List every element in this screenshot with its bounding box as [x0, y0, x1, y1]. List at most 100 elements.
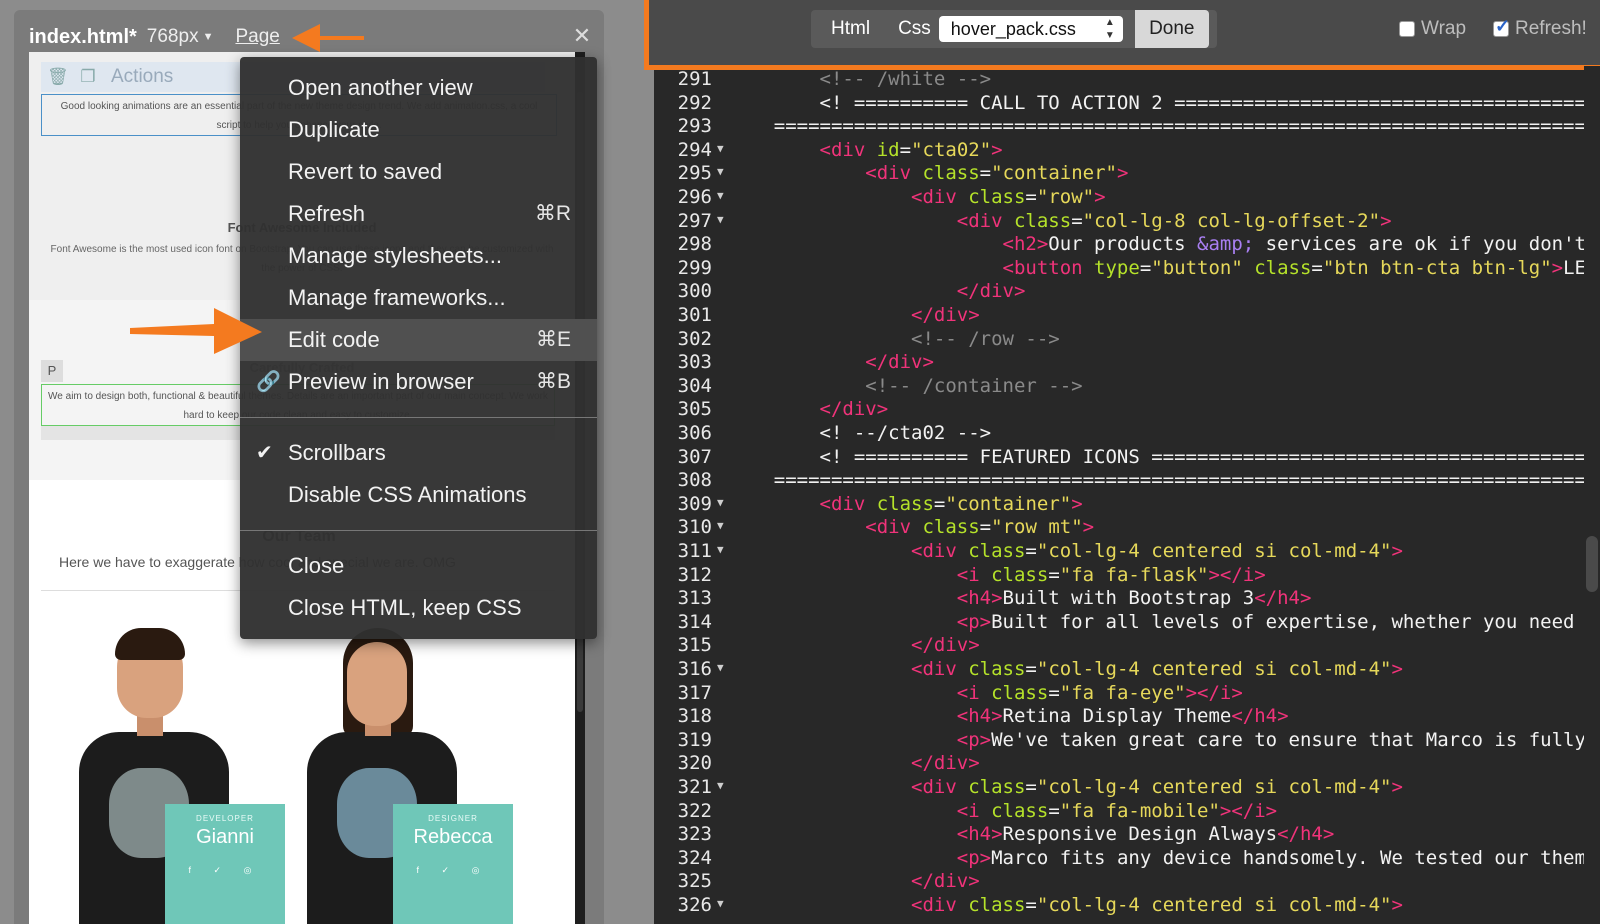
width-selector[interactable]: 768px [147, 26, 199, 48]
chevron-down-icon[interactable]: ▼ [203, 31, 214, 43]
code-line[interactable]: 301 </div> [654, 304, 1584, 328]
menu-item-label: Duplicate [288, 117, 380, 142]
fold-arrow-icon[interactable]: ▼ [717, 142, 724, 155]
actions-dropdown[interactable]: Actions [111, 66, 173, 88]
refresh-checkbox[interactable] [1493, 16, 1510, 37]
code-line[interactable]: 315 </div> [654, 634, 1584, 658]
wrap-checkbox[interactable] [1399, 21, 1415, 37]
stylesheet-select[interactable]: hover_pack.css ▲ ▼ [938, 16, 1123, 42]
code-line[interactable]: 296 ▼ <div class="row"> [654, 186, 1584, 210]
code-line[interactable]: 317 <i class="fa fa-eye"></i> [654, 682, 1584, 706]
code-line[interactable]: 295 ▼ <div class="container"> [654, 162, 1584, 186]
code-line[interactable]: 291 <!-- /white --> [654, 68, 1584, 92]
code-line[interactable]: 325 </div> [654, 870, 1584, 894]
code-line[interactable]: 316 ▼ <div class="col-lg-4 centered si co… [654, 658, 1584, 682]
html-tab[interactable]: Html [831, 18, 870, 40]
code-text: <!-- /white --> [728, 68, 992, 90]
done-button[interactable]: Done [1134, 10, 1209, 48]
fold-arrow-icon[interactable]: ▼ [717, 213, 724, 226]
menu-item-manage-frameworks[interactable]: Manage frameworks... [240, 277, 597, 319]
fold-arrow-icon[interactable]: ▼ [717, 543, 724, 556]
code-line[interactable]: 321 ▼ <div class="col-lg-4 centered si co… [654, 776, 1584, 800]
code-line[interactable]: 294 ▼ <div id="cta02"> [654, 139, 1584, 163]
menu-item-refresh[interactable]: Refresh ⌘R [240, 193, 597, 235]
code-line[interactable]: 318 <h4>Retina Display Theme</h4> [654, 705, 1584, 729]
code-line[interactable]: 326 ▼ <div class="col-lg-4 centered si co… [654, 894, 1584, 918]
line-number: 303 [677, 351, 712, 374]
social-icons[interactable]: f ✓ ◎ [165, 865, 285, 876]
fold-arrow-icon[interactable]: ▼ [717, 661, 724, 674]
code-line[interactable]: 304 <!-- /container --> [654, 375, 1584, 399]
refresh-toggle[interactable]: Refresh! [1493, 16, 1587, 40]
code-line[interactable]: 308 ====================================… [654, 469, 1584, 493]
line-number: 297 [677, 209, 712, 232]
code-line[interactable]: 310 ▼ <div class="row mt"> [654, 516, 1584, 540]
close-icon[interactable]: ✕ [572, 25, 592, 47]
menu-item-label: Manage stylesheets... [288, 243, 503, 268]
menu-item-duplicate[interactable]: Duplicate [240, 109, 597, 151]
code-text: <i class="fa fa-mobile"></i> [728, 799, 1278, 822]
code-line[interactable]: 313 <h4>Built with Bootstrap 3</h4> [654, 587, 1584, 611]
code-line[interactable]: 320 </div> [654, 752, 1584, 776]
line-number: 306 [677, 422, 712, 444]
code-line[interactable]: 292 <! ========== CALL TO ACTION 2 =====… [654, 92, 1584, 116]
code-line[interactable]: 300 </div> [654, 280, 1584, 304]
fold-arrow-icon[interactable]: ▼ [717, 897, 724, 910]
code-line[interactable]: 293 ====================================… [654, 115, 1584, 139]
code-line[interactable]: 306 <! --/cta02 --> [654, 422, 1584, 446]
team-member[interactable]: DEVELOPER Gianni f ✓ ◎ [59, 628, 285, 924]
code-line[interactable]: 311 ▼ <div class="col-lg-4 centered si co… [654, 540, 1584, 564]
code-line[interactable]: 297 ▼ <div class="col-lg-8 col-lg-offset-… [654, 210, 1584, 234]
fold-arrow-icon[interactable]: ▼ [717, 779, 724, 792]
code-line[interactable]: 299 <button type="button" class="btn btn… [654, 257, 1584, 281]
code-text: <i class="fa fa-eye"></i> [728, 681, 1243, 704]
menu-item-open-another-view[interactable]: Open another view [240, 67, 597, 109]
code-text: </div> [728, 870, 980, 893]
menu-item-close[interactable]: Close [240, 545, 597, 587]
line-number: 292 [677, 91, 712, 114]
line-number: 293 [677, 115, 712, 138]
fold-arrow-icon[interactable]: ▼ [717, 189, 724, 202]
code-line[interactable]: 322 <i class="fa fa-mobile"></i> [654, 800, 1584, 824]
social-icons[interactable]: f ✓ ◎ [393, 865, 513, 876]
line-number: 318 [677, 705, 712, 728]
code-text: <div id="cta02"> [728, 138, 1003, 161]
code-line[interactable]: 305 </div> [654, 398, 1584, 422]
page-menu-button[interactable]: Page [235, 26, 279, 48]
menu-item-close-html-keep-css[interactable]: Close HTML, keep CSS [240, 587, 597, 629]
team-member[interactable]: DESIGNER Rebecca f ✓ ◎ [287, 628, 513, 924]
code-text: <h2>Our products &amp; services are ok i… [728, 233, 1584, 256]
code-line[interactable]: 323 <h4>Responsive Design Always</h4> [654, 823, 1584, 847]
member-role: DESIGNER [428, 814, 478, 823]
line-number: 324 [677, 846, 712, 869]
line-number: 301 [677, 304, 712, 326]
menu-item-disable-css-animations[interactable]: Disable CSS Animations [240, 474, 597, 516]
code-scrollbar[interactable] [1584, 66, 1600, 924]
code-editor[interactable]: 291 <!-- /white --> 292 <! ========== CAL… [654, 66, 1584, 924]
code-line[interactable]: 302 <!-- /row --> [654, 328, 1584, 352]
line-number: 325 [677, 870, 712, 893]
menu-item-edit-code[interactable]: Edit code ⌘E [240, 319, 597, 361]
fold-arrow-icon[interactable]: ▼ [717, 519, 724, 532]
line-number: 310 [677, 516, 712, 539]
code-line[interactable]: 324 <p>Marco fits any device handsomely.… [654, 847, 1584, 871]
css-tab[interactable]: Css [898, 18, 931, 40]
menu-item-scrollbars[interactable]: ✔ Scrollbars [240, 432, 597, 474]
wrap-toggle[interactable]: Wrap [1399, 18, 1466, 40]
code-line[interactable]: 309 ▼ <div class="container"> [654, 493, 1584, 517]
code-line[interactable]: 319 <p>We've taken great care to ensure … [654, 729, 1584, 753]
code-line[interactable]: 298 <h2>Our products &amp; services are … [654, 233, 1584, 257]
code-line[interactable]: 303 </div> [654, 351, 1584, 375]
menu-item-revert[interactable]: Revert to saved [240, 151, 597, 193]
code-line[interactable]: 312 <i class="fa fa-flask"></i> [654, 564, 1584, 588]
trash-icon[interactable]: 🗑 [47, 68, 69, 86]
fold-arrow-icon[interactable]: ▼ [717, 496, 724, 509]
fold-arrow-icon[interactable]: ▼ [717, 165, 724, 178]
copy-icon[interactable]: ❐ [79, 68, 97, 86]
scrollbar-thumb[interactable] [1586, 536, 1598, 592]
code-line[interactable]: 314 <p>Built for all levels of expertise… [654, 611, 1584, 635]
menu-item-preview-in-browser[interactable]: 🔗 Preview in browser ⌘B [240, 361, 597, 403]
menu-item-manage-stylesheets[interactable]: Manage stylesheets... [240, 235, 597, 277]
code-line[interactable]: 307 <! ========== FEATURED ICONS =======… [654, 446, 1584, 470]
preview-titlebar: index.html* 768px ▼ Page [29, 22, 280, 52]
